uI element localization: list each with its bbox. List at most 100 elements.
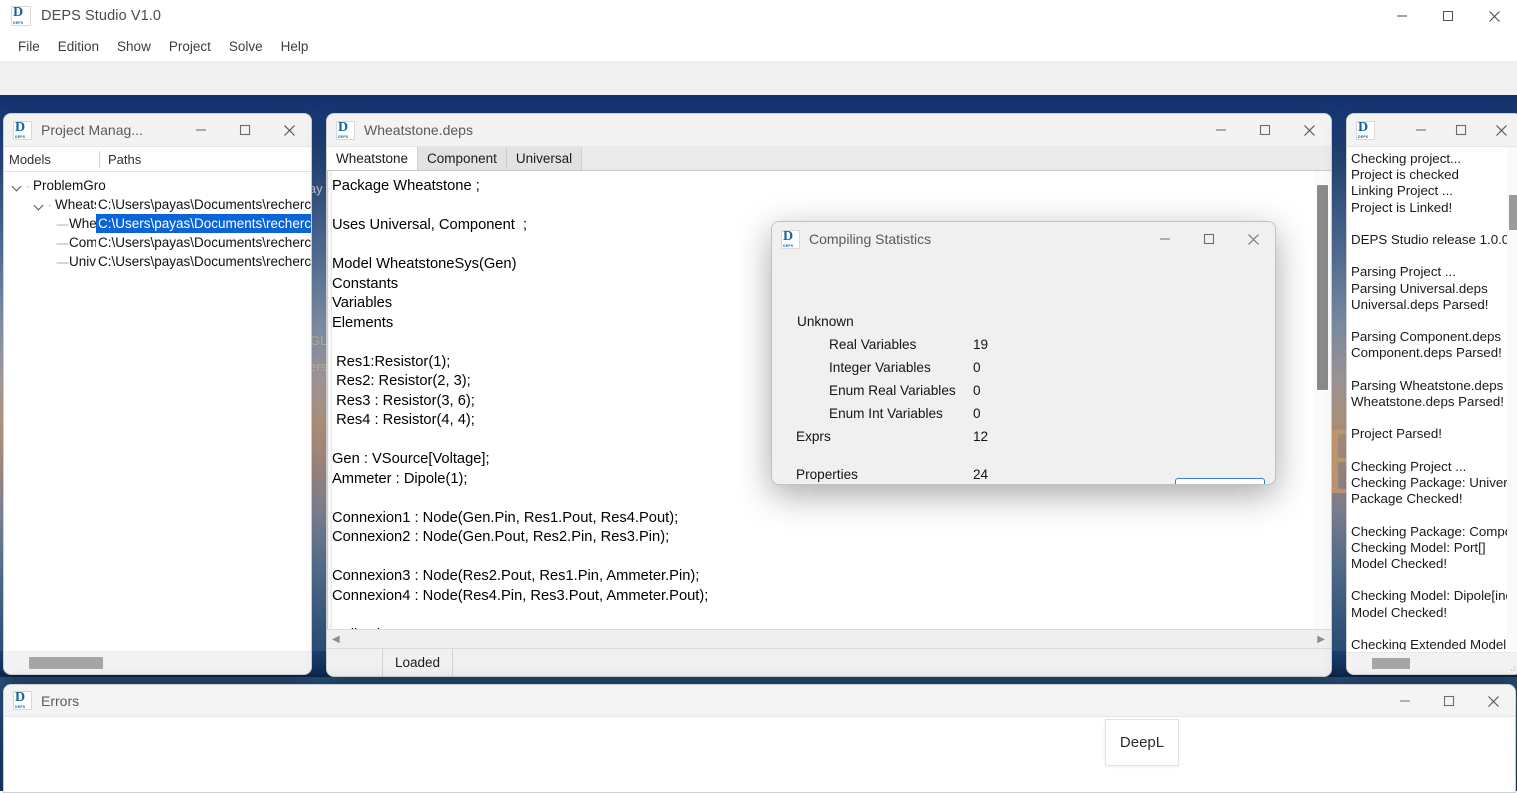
deepl-popup[interactable]: DeepL (1105, 719, 1179, 766)
editor-vertical-scrollbar[interactable] (1314, 171, 1331, 652)
stat-value-enum-real-variables: 0 (973, 383, 981, 398)
minimize-icon[interactable] (1199, 114, 1243, 146)
scrollbar-thumb[interactable] (1317, 185, 1328, 390)
deps-logo-icon (11, 6, 31, 26)
minimize-icon[interactable] (1379, 0, 1425, 32)
tree-node-label: Whe (69, 216, 97, 231)
errors-window-controls (1383, 685, 1515, 717)
minimize-icon[interactable] (1143, 222, 1187, 256)
dialog-titlebar: Compiling Statistics (772, 222, 1275, 256)
dialog-body: Unknown Real Variables 19 Integer Variab… (772, 256, 1275, 484)
tab-wheatstone[interactable]: Wheatstone (327, 147, 418, 170)
tree-branch-icon: ---- (56, 236, 68, 250)
tree-path-cell-selected[interactable]: C:\Users\payas\Documents\recherche (96, 214, 311, 233)
stat-label-enum-real-variables: Enum Real Variables (829, 383, 956, 398)
tab-component[interactable]: Component (418, 147, 507, 170)
close-icon[interactable] (1481, 114, 1517, 146)
scroll-right-arrow-icon[interactable]: ▶ (1317, 634, 1325, 645)
minimize-icon[interactable] (179, 114, 223, 146)
project-manager-titlebar: Project Manag... (4, 114, 311, 147)
log-output[interactable]: Checking project... Project is checked L… (1347, 147, 1517, 650)
project-manager-horizontal-scrollbar[interactable] (4, 651, 311, 674)
maximize-icon[interactable] (1187, 222, 1231, 256)
menu-project[interactable]: Project (160, 35, 220, 58)
editor-window-controls (1199, 114, 1331, 146)
project-tree: · ProblemGro · Wheats C:\Users\payas\Doc… (4, 172, 311, 665)
tree-path-cell[interactable]: C:\Users\payas\Documents\recherche (96, 252, 311, 271)
errors-title: Errors (41, 693, 79, 709)
app-title: DEPS Studio V1.0 (41, 8, 161, 24)
maximize-icon[interactable] (1425, 0, 1471, 32)
column-header-models[interactable]: Models (4, 152, 99, 167)
status-cell-empty (327, 649, 383, 676)
tree-connector: · (26, 179, 30, 193)
close-icon[interactable] (1471, 685, 1515, 717)
scroll-left-arrow-icon[interactable]: ◀ (332, 634, 340, 645)
stat-value-real-variables: 19 (973, 337, 988, 352)
menu-help[interactable]: Help (272, 35, 318, 58)
project-manager-window-controls (179, 114, 311, 146)
tree-node-problemgroup[interactable]: · ProblemGro (12, 176, 106, 195)
tree-path-cell[interactable]: C:\Users\payas\Documents\recherche (96, 195, 311, 214)
tree-node-wheatstone-file[interactable]: ---- Whe (56, 214, 97, 233)
scrollbar-thumb[interactable] (1509, 195, 1517, 230)
close-icon[interactable] (1231, 222, 1275, 256)
toolbar (0, 61, 1517, 95)
stat-label-integer-variables: Integer Variables (829, 360, 931, 375)
editor-statusbar: Loaded (327, 648, 1331, 676)
close-icon[interactable] (1471, 0, 1517, 32)
status-loaded: Loaded (383, 649, 453, 676)
close-icon[interactable] (1287, 114, 1331, 146)
tree-branch-icon: ---- (56, 217, 68, 231)
errors-window: Errors (3, 684, 1516, 793)
tree-path-cell[interactable]: C:\Users\payas\Documents\recherche (96, 233, 311, 252)
column-header-paths[interactable]: Paths (100, 152, 141, 167)
deps-logo-icon (336, 121, 355, 140)
stat-value-properties: 24 (973, 467, 988, 482)
errors-titlebar: Errors (4, 685, 1515, 717)
main-window-controls (1379, 0, 1517, 32)
errors-list[interactable] (4, 717, 1515, 792)
maximize-icon[interactable] (1243, 114, 1287, 146)
stat-value-enum-int-variables: 0 (973, 406, 981, 421)
project-manager-column-headers: Models Paths (4, 147, 311, 172)
stat-value-exprs: 12 (973, 429, 988, 444)
stat-label-exprs: Exprs (796, 429, 831, 444)
minimize-icon[interactable] (1401, 114, 1441, 146)
tree-node-label: Wheats (55, 197, 101, 212)
tree-node-label: Univ (69, 254, 96, 269)
log-vertical-scrollbar[interactable] (1507, 147, 1517, 650)
editor-tabstrip: Wheatstone Component Universal (327, 147, 1331, 171)
maximize-icon[interactable] (223, 114, 267, 146)
wallpaper-text-fragment: GL (310, 333, 327, 348)
menu-file[interactable]: File (9, 35, 49, 58)
tree-node-universal-file[interactable]: ---- Univ (56, 252, 96, 271)
maximize-icon[interactable] (1441, 114, 1481, 146)
maximize-icon[interactable] (1427, 685, 1471, 717)
log-text: Checking project... Project is checked L… (1347, 147, 1517, 650)
editor-horizontal-scrollbar[interactable]: ◀ ▶ (327, 629, 1331, 649)
deps-logo-icon (781, 230, 800, 249)
menu-solve[interactable]: Solve (220, 35, 272, 58)
tree-node-component-file[interactable]: ---- Com (56, 233, 98, 252)
log-window: Checking project... Project is checked L… (1346, 113, 1517, 675)
dialog-title: Compiling Statistics (809, 231, 931, 247)
scrollbar-thumb[interactable] (29, 657, 103, 669)
chevron-down-icon[interactable] (34, 199, 46, 211)
stat-label-properties: Properties (796, 467, 858, 482)
minimize-icon[interactable] (1383, 685, 1427, 717)
editor-titlebar: Wheatstone.deps (327, 114, 1331, 147)
stats-group-unknown: Unknown (797, 314, 854, 329)
menu-edition[interactable]: Edition (49, 35, 108, 58)
log-horizontal-scrollbar[interactable] (1347, 652, 1517, 674)
resize-grip-icon[interactable] (1509, 662, 1517, 672)
tab-universal[interactable]: Universal (507, 147, 582, 170)
tree-node-wheatstone[interactable]: · Wheats (34, 195, 101, 214)
close-icon[interactable] (267, 114, 311, 146)
log-window-controls (1401, 114, 1517, 146)
menu-show[interactable]: Show (108, 35, 160, 58)
tree-branch-icon: ---- (56, 255, 68, 269)
chevron-down-icon[interactable] (12, 180, 24, 192)
scrollbar-thumb[interactable] (1372, 658, 1410, 669)
ok-button[interactable]: OK (1175, 478, 1265, 485)
